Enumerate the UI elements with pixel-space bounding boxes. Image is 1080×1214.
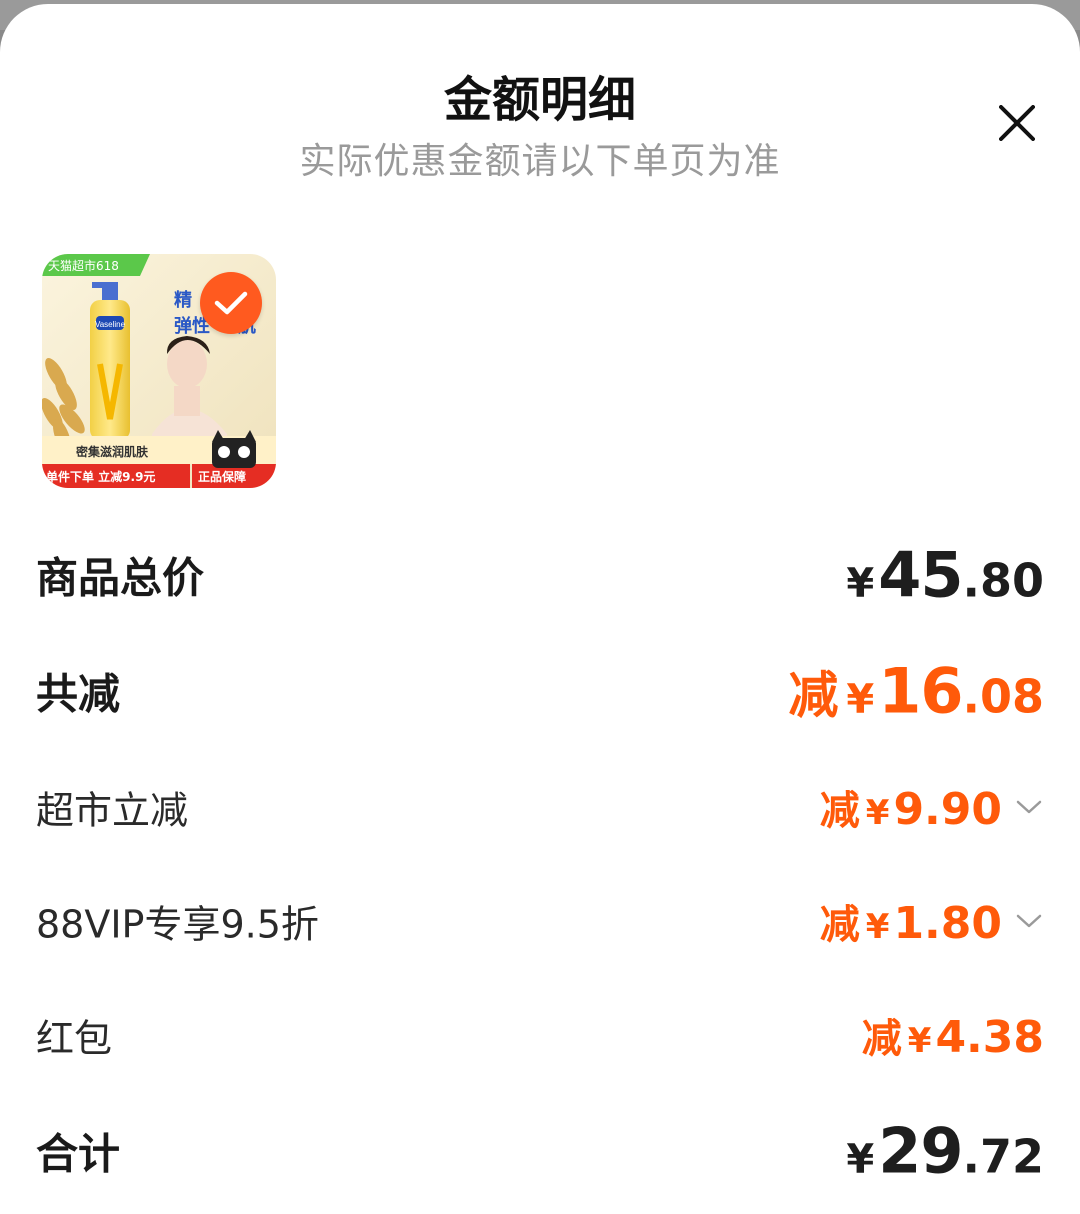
svg-text:精: 精 — [174, 289, 192, 311]
amount-value: 1.80 — [893, 898, 1002, 949]
grand-total-amount: ¥ 29 .72 — [846, 1115, 1044, 1188]
currency-symbol: ¥ — [846, 560, 875, 607]
amount-decimal: .72 — [962, 1129, 1045, 1184]
amount-decimal: .08 — [962, 669, 1045, 724]
discount-prefix: 减 — [861, 1016, 902, 1062]
discount-prefix: 减 — [819, 902, 860, 948]
bottle-illustration: Vaseline — [90, 282, 130, 440]
close-icon — [999, 105, 1035, 141]
amount-detail-sheet: 金额明细 实际优惠金额请以下单页为准 Vaseline 精 弹性 天猫超市618… — [0, 4, 1080, 1214]
svg-text:正品保障: 正品保障 — [198, 469, 246, 484]
discount-amount: 减 ¥ 9.90 — [820, 778, 1002, 836]
amount-value: 4.38 — [935, 1012, 1044, 1063]
goods-total-row: 商品总价 ¥ 45 .80 — [36, 530, 1044, 620]
chevron-down-icon — [1016, 914, 1042, 928]
currency-symbol: ¥ — [865, 907, 890, 947]
grand-total-label: 合计 — [36, 1129, 121, 1179]
discount-row-88vip[interactable]: 88VIP专享9.5折 减 ¥ 1.80 — [36, 876, 1044, 966]
goods-total-amount: ¥ 45 .80 — [846, 539, 1044, 612]
svg-text:Vaseline: Vaseline — [95, 320, 126, 329]
currency-symbol: ¥ — [846, 1136, 875, 1183]
goods-total-label: 商品总价 — [36, 553, 205, 603]
total-discount-amount: 减 ¥ 16 .08 — [788, 655, 1044, 728]
svg-text:单件下单 立减9.9元: 单件下单 立减9.9元 — [46, 469, 155, 484]
currency-symbol: ¥ — [865, 793, 890, 833]
amount-integer: 45 — [878, 538, 963, 612]
discount-label: 红包 — [36, 1016, 113, 1061]
discount-row-red-packet: 红包 减 ¥ 4.38 — [36, 990, 1044, 1080]
total-discount-label: 共减 — [36, 669, 121, 719]
grand-total-row: 合计 ¥ 29 .72 — [36, 1106, 1044, 1196]
discount-label: 88VIP专享9.5折 — [36, 902, 319, 947]
close-button[interactable] — [990, 96, 1044, 150]
discount-row-supermarket[interactable]: 超市立减 减 ¥ 9.90 — [36, 762, 1044, 852]
amount-value: 9.90 — [893, 784, 1002, 835]
expand-toggle[interactable] — [1014, 792, 1044, 822]
discount-prefix: 减 — [788, 666, 839, 725]
discount-label: 超市立减 — [36, 788, 189, 833]
amount-decimal: .80 — [962, 553, 1045, 608]
amount-integer: 29 — [878, 1114, 963, 1188]
discount-prefix: 减 — [819, 788, 860, 834]
svg-text:密集滋润肌肤: 密集滋润肌肤 — [76, 444, 149, 459]
svg-text:天猫超市618: 天猫超市618 — [48, 258, 119, 273]
sheet-title: 金额明细 — [443, 72, 636, 128]
amount-integer: 16 — [878, 654, 963, 728]
sheet-subtitle: 实际优惠金额请以下单页为准 — [299, 141, 781, 182]
chevron-down-icon — [1016, 800, 1042, 814]
check-icon — [214, 291, 248, 315]
discount-amount: 减 ¥ 1.80 — [820, 892, 1002, 950]
currency-symbol: ¥ — [846, 676, 875, 723]
currency-symbol: ¥ — [907, 1021, 932, 1061]
total-discount-row: 共减 减 ¥ 16 .08 — [36, 646, 1044, 736]
discount-amount: 减 ¥ 4.38 — [862, 1006, 1044, 1064]
selected-badge[interactable] — [200, 272, 262, 334]
expand-toggle[interactable] — [1014, 906, 1044, 936]
